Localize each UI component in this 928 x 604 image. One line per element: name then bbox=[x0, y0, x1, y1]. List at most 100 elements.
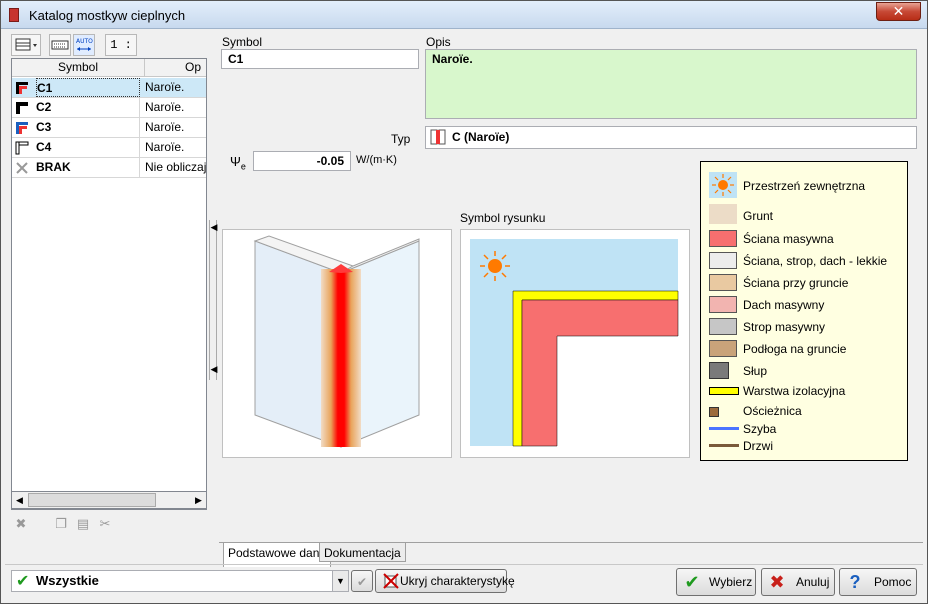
psi-unit: W/(m·K) bbox=[356, 154, 397, 166]
legend-label: Dach masywny bbox=[743, 298, 825, 312]
horizontal-scrollbar[interactable]: ◀ ▶ bbox=[11, 491, 207, 509]
legend-swatch bbox=[709, 427, 739, 430]
row-op: Naroïe. bbox=[145, 80, 185, 94]
legend-label: Warstwa izolacyjna bbox=[743, 384, 846, 398]
typ-field[interactable]: C (Naroïe) bbox=[425, 126, 917, 149]
typ-value: C (Naroïe) bbox=[452, 130, 510, 144]
footer-separator bbox=[5, 564, 923, 565]
row-symbol: C4 bbox=[36, 138, 140, 157]
legend-swatch bbox=[709, 340, 737, 357]
checkmark-icon: ✔ bbox=[16, 573, 30, 590]
row-actions-toolbar: ✖ ❐ ▤ ✂ bbox=[11, 514, 207, 536]
legend-panel: Przestrzeń zewnętrzna Grunt Ściana masyw… bbox=[700, 161, 908, 461]
legend-label: Ościeżnica bbox=[743, 404, 802, 418]
auto-fit-button[interactable]: AUTO bbox=[73, 34, 95, 56]
legend-label: Podłoga na gruncie bbox=[743, 342, 847, 356]
symbol-drawing-preview bbox=[460, 229, 690, 458]
sun-icon bbox=[480, 251, 510, 281]
psi-label: Ψe bbox=[230, 154, 246, 172]
symbol-label: Symbol bbox=[222, 35, 263, 49]
help-label: Pomoc bbox=[874, 575, 912, 589]
select-label: Wybierz bbox=[709, 575, 753, 589]
close-icon: ✖ bbox=[769, 572, 785, 592]
legend-swatch bbox=[709, 387, 739, 395]
legend-label: Przestrzeń zewnętrzna bbox=[743, 179, 866, 193]
apply-filter-button[interactable]: ✔ bbox=[351, 570, 373, 592]
collapse-left-icon[interactable]: ◀ bbox=[210, 222, 218, 233]
close-button[interactable]: ✕ bbox=[876, 2, 921, 21]
legend-swatch bbox=[709, 444, 739, 447]
scroll-left-icon[interactable]: ◀ bbox=[12, 493, 27, 508]
corner-3d-drawing bbox=[253, 235, 420, 448]
scrollbar-thumb[interactable] bbox=[28, 493, 156, 507]
corner-type-icon bbox=[430, 129, 446, 145]
typ-label: Typ bbox=[391, 132, 411, 146]
legend-label: Grunt bbox=[743, 209, 774, 223]
opis-field[interactable]: Naroïe. bbox=[425, 49, 917, 119]
paste-icon[interactable]: ▤ bbox=[75, 516, 91, 532]
row-symbol: C1 bbox=[36, 78, 140, 97]
catalog-window: Katalog mostkyw cieplnych ✕ AUTO 1: Sym… bbox=[0, 0, 928, 604]
corner-red-icon bbox=[16, 122, 28, 134]
keyboard-button[interactable] bbox=[49, 34, 71, 56]
column-header-op[interactable]: Op bbox=[145, 59, 206, 77]
psi-field[interactable]: -0.05 bbox=[253, 151, 351, 171]
table-row[interactable]: C2 Naroïe. bbox=[12, 98, 206, 118]
corner-3d-preview bbox=[222, 229, 452, 458]
symbol-field[interactable]: C1 bbox=[221, 49, 419, 69]
legend-label: Ściana przy gruncie bbox=[743, 276, 849, 290]
legend-swatch bbox=[709, 204, 737, 224]
bridges-table: Symbol Op C1 Naroïe. C2 Naroïe. C3 Naroï… bbox=[11, 58, 207, 510]
hide-characteristics-label: Ukryj charakterystykę bbox=[400, 574, 515, 588]
title-bar: Katalog mostkyw cieplnych ✕ bbox=[1, 1, 927, 29]
help-button[interactable]: ? Pomoc bbox=[839, 568, 917, 596]
table-header: Symbol Op bbox=[12, 59, 206, 77]
checkmark-icon: ✔ bbox=[684, 572, 700, 592]
client-area: AUTO 1 : 5 Symbol Op C1 Naroïe. C2 Nar bbox=[5, 30, 923, 600]
help-icon: ? bbox=[849, 572, 861, 592]
legend-label: Strop masywny bbox=[743, 320, 826, 334]
legend-swatch bbox=[709, 362, 729, 379]
legend-swatch bbox=[709, 296, 737, 313]
legend-label: Słup bbox=[743, 364, 768, 378]
column-header-symbol[interactable]: Symbol bbox=[12, 59, 145, 77]
table-row[interactable]: C1 Naroïe. bbox=[12, 78, 206, 98]
tab-documentation[interactable]: Dokumentacja bbox=[319, 542, 406, 562]
symbol-drawing bbox=[470, 239, 679, 447]
scroll-right-icon[interactable]: ▶ bbox=[191, 493, 206, 508]
legend-label: Ściana masywna bbox=[743, 232, 834, 246]
chevron-down-icon[interactable]: ▼ bbox=[332, 571, 348, 591]
copy-icon[interactable]: ❐ bbox=[53, 516, 69, 532]
table-row[interactable]: C3 Naroïe. bbox=[12, 118, 206, 138]
cut-icon[interactable]: ✂ bbox=[97, 516, 113, 532]
collapse-left-icon[interactable]: ◀ bbox=[210, 364, 218, 375]
select-button[interactable]: ✔ Wybierz bbox=[676, 568, 756, 596]
checkmark-icon: ✔ bbox=[356, 575, 368, 589]
filter-combo[interactable]: ✔ Wszystkie ▼ bbox=[11, 570, 349, 592]
delete-icon[interactable]: ✖ bbox=[13, 516, 29, 532]
table-row[interactable]: C4 Naroïe. bbox=[12, 138, 206, 158]
legend-swatch bbox=[709, 274, 737, 291]
legend-label: Drzwi bbox=[743, 439, 773, 453]
corner-outline-icon bbox=[15, 141, 29, 155]
x-icon bbox=[16, 162, 28, 174]
view-mode-button[interactable] bbox=[11, 34, 41, 56]
keyboard-icon bbox=[51, 40, 69, 50]
legend-label: Ściana, strop, dach - lekkie bbox=[743, 254, 888, 268]
corner-red-icon bbox=[16, 82, 28, 94]
cancel-button[interactable]: ✖ Anuluj bbox=[761, 568, 835, 596]
panel-splitter[interactable]: ◀ ◀ bbox=[209, 220, 217, 380]
hide-icon bbox=[383, 573, 399, 589]
sun-icon bbox=[709, 172, 737, 198]
legend-label: Szyba bbox=[743, 422, 777, 436]
hide-characteristics-button[interactable]: Ukryj charakterystykę bbox=[375, 569, 515, 593]
scale-button[interactable]: 1 : 5 bbox=[105, 34, 137, 72]
window-title: Katalog mostkyw cieplnych bbox=[29, 8, 186, 23]
row-op: Naroïe. bbox=[145, 120, 185, 134]
svg-text:AUTO: AUTO bbox=[76, 38, 93, 45]
row-op: Naroïe. bbox=[145, 100, 185, 114]
table-row[interactable]: BRAK Nie obliczaj m bbox=[12, 158, 207, 178]
legend-swatch bbox=[709, 230, 737, 247]
auto-fit-icon: AUTO bbox=[76, 38, 93, 51]
row-op: Nie obliczaj m bbox=[145, 160, 207, 174]
